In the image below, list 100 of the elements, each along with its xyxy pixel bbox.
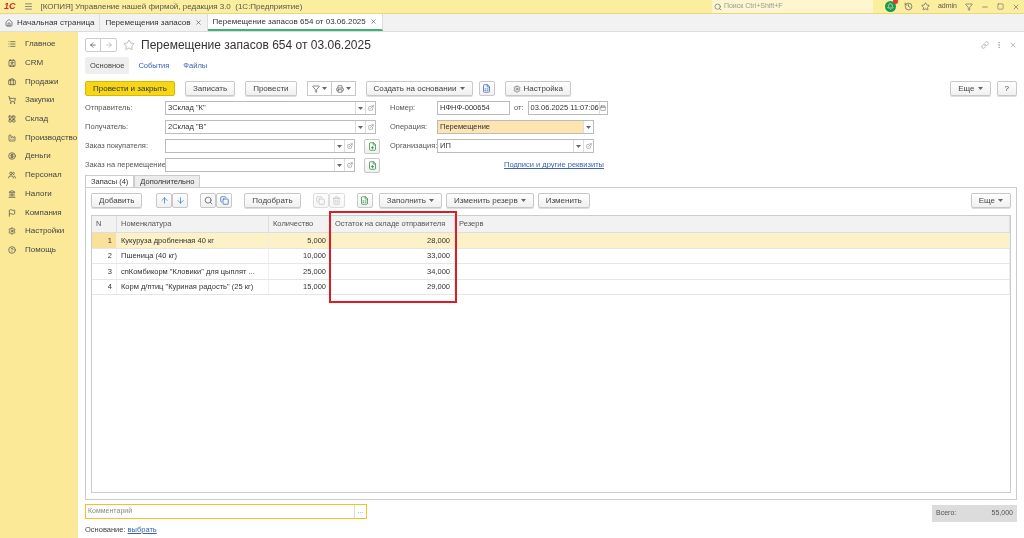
delete-button[interactable] xyxy=(328,193,345,208)
document-title: Перемещение запасов 654 от 03.06.2025 xyxy=(141,36,371,54)
search-icon xyxy=(713,2,722,11)
sidebar-item[interactable]: Налоги xyxy=(0,184,78,204)
caret-icon xyxy=(337,144,342,148)
people-icon xyxy=(8,171,16,180)
open-icon[interactable] xyxy=(367,124,374,130)
sidebar-item[interactable]: Деньги xyxy=(0,147,78,166)
change-button[interactable]: Изменить xyxy=(537,193,590,208)
grid-icon xyxy=(8,115,16,124)
sidebar-item[interactable]: Компания xyxy=(0,203,78,222)
menu-icon[interactable] xyxy=(23,2,33,11)
settings-icon xyxy=(8,227,16,236)
briefcase-icon xyxy=(8,77,16,86)
arrow-right-icon xyxy=(104,40,113,49)
caret-icon xyxy=(576,144,581,148)
select-field[interactable] xyxy=(165,139,355,153)
list-icon xyxy=(8,40,16,49)
sidebar-item[interactable]: Персонал xyxy=(0,165,78,185)
factory-icon xyxy=(8,133,16,142)
fill-button[interactable]: Заполнить xyxy=(378,193,442,208)
calendar-icon[interactable] xyxy=(600,105,607,111)
caret-icon xyxy=(428,199,434,202)
sidebar-item[interactable]: Закупки xyxy=(0,91,78,110)
open-icon[interactable] xyxy=(367,105,374,111)
caret-icon xyxy=(459,87,465,90)
select-field[interactable] xyxy=(165,158,355,172)
copy-icon xyxy=(219,196,229,205)
caret-icon xyxy=(345,87,351,90)
sidebar-item[interactable]: CRM xyxy=(0,53,78,73)
caret-icon xyxy=(358,125,363,129)
add-document-button[interactable] xyxy=(364,157,380,173)
move-up-button[interactable] xyxy=(156,193,173,208)
caret-icon xyxy=(337,163,342,167)
sidebar-item[interactable]: Помощь xyxy=(0,240,78,260)
post-close-button[interactable]: Провести и закрыть xyxy=(85,81,175,96)
settings-icon xyxy=(512,84,521,93)
more-button[interactable]: Еще xyxy=(970,193,1011,208)
find-button[interactable] xyxy=(200,193,217,208)
window-title: [КОПИЯ] Управление нашей фирмой, редакция 3.0 (1С:Предприятие) xyxy=(40,0,303,13)
delete-icon xyxy=(332,196,342,205)
caret-icon xyxy=(586,125,591,129)
close-icon[interactable] xyxy=(194,19,202,26)
spreadsheet-icon xyxy=(360,196,370,205)
home-icon xyxy=(5,18,13,27)
find-icon xyxy=(203,196,213,205)
building-icon xyxy=(8,189,16,198)
open-tab[interactable]: Перемещение запасов 654 от 03.06.2025 xyxy=(207,14,383,31)
move-up-icon xyxy=(159,196,169,205)
copy-button[interactable] xyxy=(216,193,233,208)
link-icon[interactable] xyxy=(981,40,989,49)
caret-icon xyxy=(321,87,327,90)
open-tab[interactable]: Перемещения запасов xyxy=(100,14,208,31)
add-document-icon xyxy=(367,141,377,151)
copy-icon xyxy=(316,196,326,205)
close-icon[interactable] xyxy=(369,18,377,25)
help-button[interactable]: ? xyxy=(996,81,1017,96)
coin-icon xyxy=(8,152,16,161)
history-icon[interactable] xyxy=(903,2,913,11)
save-button[interactable]: Записать xyxy=(184,81,236,96)
sidebar-item[interactable]: Склад xyxy=(0,109,78,129)
sidebar-item[interactable]: Производство xyxy=(0,128,78,148)
print-menu-button[interactable] xyxy=(331,81,356,96)
open-icon[interactable] xyxy=(346,162,353,168)
printer-icon xyxy=(335,84,344,93)
help-icon xyxy=(8,245,16,254)
create-based-button[interactable]: Создать на основании xyxy=(365,81,473,96)
sidebar-item[interactable]: Продажи xyxy=(0,72,78,92)
star-icon[interactable] xyxy=(123,38,135,51)
caret-icon xyxy=(520,199,526,202)
close-icon[interactable] xyxy=(1009,40,1017,49)
pick-button[interactable]: Подобрать xyxy=(244,193,301,208)
add-document-icon xyxy=(367,160,377,170)
cart-icon xyxy=(8,96,16,105)
open-tab[interactable]: Начальная страница xyxy=(0,14,101,31)
settings-button[interactable]: Настройка xyxy=(504,81,571,96)
copy-button[interactable] xyxy=(312,193,329,208)
contact-card-icon xyxy=(8,59,16,68)
move-down-icon xyxy=(175,196,185,205)
change-reserve-button[interactable]: Изменить резерв xyxy=(445,193,534,208)
add-button[interactable]: Добавить xyxy=(91,193,143,208)
caret-icon xyxy=(998,199,1003,202)
more-icon[interactable] xyxy=(995,40,1003,49)
post-button[interactable]: Провести xyxy=(245,81,297,96)
funnel-icon[interactable] xyxy=(965,2,973,11)
spreadsheet-button[interactable] xyxy=(356,193,373,208)
star-icon[interactable] xyxy=(920,2,930,11)
sidebar-item[interactable]: Настройки xyxy=(0,221,78,241)
close-icon[interactable] xyxy=(1012,2,1020,11)
notification-icon[interactable] xyxy=(884,1,896,12)
more-button[interactable]: Еще xyxy=(950,81,991,96)
caret-icon xyxy=(977,87,983,90)
add-document-button[interactable] xyxy=(364,138,380,154)
move-down-button[interactable] xyxy=(172,193,189,208)
open-icon[interactable] xyxy=(346,143,353,149)
funnel-icon xyxy=(311,84,320,93)
caret-icon xyxy=(358,106,363,110)
sidebar-item[interactable]: Главное xyxy=(0,35,78,54)
open-icon[interactable] xyxy=(585,143,592,149)
filter-menu-button[interactable] xyxy=(306,81,332,96)
